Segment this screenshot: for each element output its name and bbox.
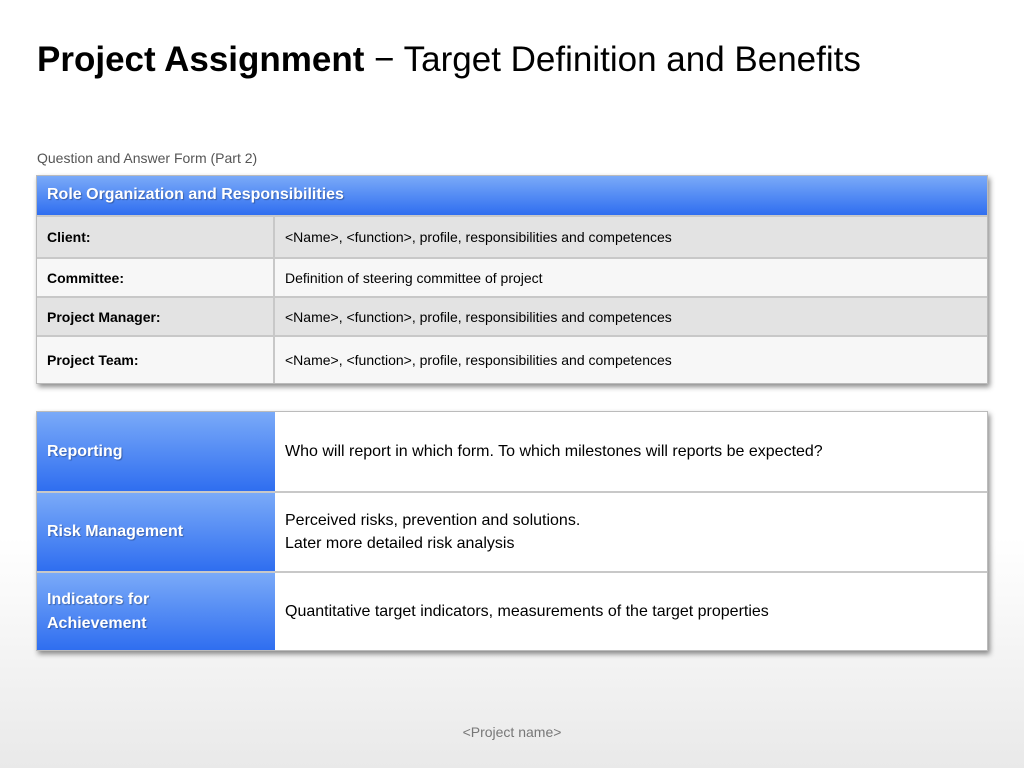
table-row: Committee: Definition of steering committ… (37, 257, 987, 296)
title-bold: Project Assignment (37, 40, 365, 79)
value-line: Who will report in which form. To which … (285, 443, 823, 460)
row-value: <Name>, <function>, profile, responsibil… (285, 229, 672, 245)
table-row: Project Manager: <Name>, <function>, prof… (37, 296, 987, 335)
roles-table-header: Role Organization and Responsibilities (37, 176, 987, 215)
row-label: Project Team: (37, 337, 275, 383)
value-line: Perceived risks, prevention and solution… (285, 512, 581, 529)
table-row: Client: <Name>, <function>, profile, resp… (37, 215, 987, 257)
table-row: Indicators for Achievement Quantitative t… (37, 571, 987, 650)
row-value: Definition of steering committee of proj… (285, 269, 543, 286)
roles-table: Role Organization and Responsibilities C… (36, 175, 988, 384)
row-value: <Name>, <function>, profile, responsibil… (285, 352, 672, 368)
row-value: <Name>, <function>, profile, responsibil… (285, 308, 672, 325)
details-table: Reporting Who will report in which form. … (36, 411, 988, 651)
title-rest: − Target Definition and Benefits (364, 40, 861, 79)
row-value: Perceived risks, prevention and solution… (275, 493, 987, 571)
row-label: Reporting (37, 412, 275, 491)
footer-project-name: <Project name> (462, 724, 562, 740)
page-title: Project Assignment − Target Definition a… (37, 40, 861, 80)
value-line: Later more detailed risk analysis (285, 535, 515, 552)
value-line: Quantitative target indicators, measurem… (285, 603, 769, 620)
row-label: Indicators for Achievement (37, 573, 275, 650)
row-value: Quantitative target indicators, measurem… (275, 573, 987, 650)
row-label: Project Manager: (37, 298, 275, 335)
table-row: Risk Management Perceived risks, preventi… (37, 491, 987, 571)
row-label: Risk Management (37, 493, 275, 571)
row-label: Client: (37, 217, 275, 257)
table-row: Project Team: <Name>, <function>, profile… (37, 335, 987, 383)
row-label: Committee: (37, 259, 275, 296)
table-row: Reporting Who will report in which form. … (37, 412, 987, 491)
row-value: Who will report in which form. To which … (275, 412, 987, 491)
subtitle: Question and Answer Form (Part 2) (37, 150, 258, 166)
